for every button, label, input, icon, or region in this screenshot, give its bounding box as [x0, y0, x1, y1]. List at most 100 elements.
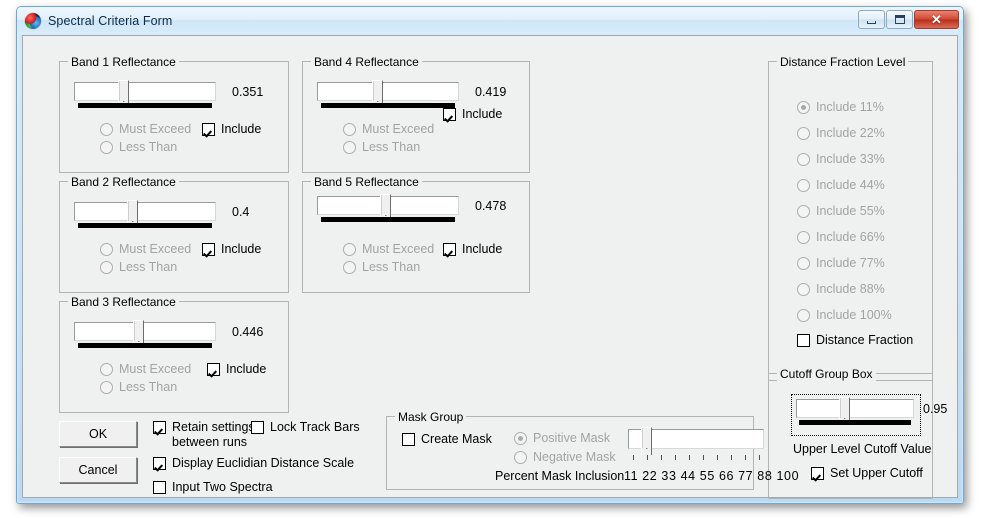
checkbox-icon	[153, 421, 166, 434]
negative-mask-label: Negative Mask	[533, 450, 616, 464]
cutoff-caption: Upper Level Cutoff Value	[793, 442, 932, 456]
set-upper-cutoff-checkbox[interactable]: Set Upper Cutoff	[811, 466, 923, 481]
radio-circle-icon	[797, 230, 810, 244]
band-5-less-than-radio[interactable]: Less Than	[343, 260, 420, 274]
radio-include-22[interactable]: Include 22%	[797, 126, 885, 140]
checkbox-icon	[443, 243, 456, 256]
band-4-less-than-label: Less Than	[362, 140, 421, 154]
band-2-must-exceed-radio[interactable]: Must Exceed	[100, 242, 191, 256]
radio-include-88[interactable]: Include 88%	[797, 282, 885, 296]
radio-circle-icon	[100, 380, 113, 394]
radio-circle-icon	[797, 126, 810, 140]
band-2-track[interactable]	[74, 202, 216, 221]
band-1-must-exceed-label: Must Exceed	[119, 122, 192, 136]
ok-button[interactable]: OK	[59, 421, 137, 447]
radio-circle-icon	[797, 308, 810, 322]
maximize-button[interactable]	[886, 10, 913, 29]
radio-circle-icon	[343, 260, 356, 274]
band-1-less-than-label: Less Than	[119, 140, 178, 154]
band-5-thumb[interactable]	[380, 194, 391, 222]
close-button[interactable]: ✕	[914, 10, 959, 29]
band-4-scale-bar	[321, 103, 455, 108]
radio-circle-icon	[797, 178, 810, 192]
cancel-button[interactable]: Cancel	[59, 457, 137, 483]
band-4-thumb[interactable]	[372, 80, 383, 108]
band-4-less-than-radio[interactable]: Less Than	[343, 140, 420, 154]
band-1-must-exceed-radio[interactable]: Must Exceed	[100, 122, 191, 136]
radio-include-100[interactable]: Include 100%	[797, 308, 892, 322]
checkbox-icon	[443, 108, 456, 121]
band-4-include-checkbox[interactable]: Include	[443, 107, 502, 122]
checkbox-icon	[202, 123, 215, 136]
band-2-scale-bar	[78, 223, 212, 228]
window-title: Spectral Criteria Form	[48, 13, 173, 28]
band-5-must-exceed-radio[interactable]: Must Exceed	[343, 242, 434, 256]
band-3-include-label: Include	[226, 362, 267, 376]
checkbox-icon	[251, 421, 264, 434]
band-3-scale-bar	[78, 343, 212, 348]
display-euclidian-checkbox[interactable]: Display Euclidian Distance Scale	[153, 456, 354, 471]
group-band-4-legend: Band 4 Reflectance	[311, 55, 422, 69]
checkbox-icon	[402, 433, 415, 446]
band-1-scale-bar	[78, 103, 212, 108]
lock-track-bars-checkbox[interactable]: Lock Track Bars	[251, 420, 360, 435]
radio-include-55[interactable]: Include 55%	[797, 204, 885, 218]
band-2-include-checkbox[interactable]: Include	[202, 242, 261, 257]
group-band-3: Band 3 Reflectance 0.446 Must Exceed Les…	[59, 295, 289, 413]
retain-settings-checkbox[interactable]: Retain settings between runs	[153, 420, 263, 450]
cutoff-thumb[interactable]	[839, 397, 850, 425]
band-3-include-checkbox[interactable]: Include	[207, 362, 266, 377]
group-mask-legend: Mask Group	[395, 410, 467, 424]
radio-circle-icon	[100, 362, 113, 376]
group-band-1: Band 1 Reflectance 0.351 Must Exceed Les…	[59, 55, 289, 173]
create-mask-checkbox[interactable]: Create Mask	[402, 432, 492, 447]
band-2-thumb[interactable]	[127, 200, 138, 228]
negative-mask-radio[interactable]: Negative Mask	[514, 450, 616, 464]
group-band-4: Band 4 Reflectance 0.419 Must Exceed Les…	[302, 55, 530, 173]
band-1-less-than-radio[interactable]: Less Than	[100, 140, 177, 154]
group-band-2: Band 2 Reflectance 0.4 Must Exceed Less …	[59, 175, 289, 293]
minimize-button[interactable]	[858, 10, 885, 29]
title-bar[interactable]: Spectral Criteria Form ✕	[17, 7, 963, 34]
band-3-track[interactable]	[74, 322, 216, 341]
band-1-thumb[interactable]	[118, 80, 129, 108]
distance-fraction-checkbox[interactable]: Distance Fraction	[797, 333, 913, 348]
band-3-value: 0.446	[232, 325, 264, 339]
radio-include-22-label: Include 22%	[816, 126, 885, 140]
lock-track-bars-label: Lock Track Bars	[270, 420, 360, 434]
band-5-include-checkbox[interactable]: Include	[443, 242, 502, 257]
band-1-track[interactable]	[74, 82, 216, 101]
input-two-spectra-checkbox[interactable]: Input Two Spectra	[153, 480, 273, 495]
radio-include-77-label: Include 77%	[816, 256, 885, 270]
band-2-value: 0.4	[232, 205, 250, 219]
band-2-less-than-radio[interactable]: Less Than	[100, 260, 177, 274]
cutoff-scale-bar	[799, 420, 911, 425]
checkbox-icon	[153, 457, 166, 470]
positive-mask-label: Positive Mask	[533, 431, 611, 445]
band-4-must-exceed-radio[interactable]: Must Exceed	[343, 122, 434, 136]
band-4-track[interactable]	[317, 82, 459, 101]
radio-include-66[interactable]: Include 66%	[797, 230, 885, 244]
cutoff-track[interactable]	[796, 399, 914, 418]
radio-include-33[interactable]: Include 33%	[797, 152, 885, 166]
band-1-include-checkbox[interactable]: Include	[202, 122, 261, 137]
band-5-less-than-label: Less Than	[362, 260, 421, 274]
radio-include-44[interactable]: Include 44%	[797, 178, 885, 192]
checkbox-icon	[797, 334, 810, 347]
band-5-must-exceed-label: Must Exceed	[362, 242, 435, 256]
group-distance-fraction-legend: Distance Fraction Level	[777, 55, 909, 69]
positive-mask-radio[interactable]: Positive Mask	[514, 431, 610, 445]
radio-include-77[interactable]: Include 77%	[797, 256, 885, 270]
radio-include-11[interactable]: Include 11%	[797, 100, 884, 114]
band-3-less-than-radio[interactable]: Less Than	[100, 380, 177, 394]
group-mask: Mask Group Create Mask Positive Mask Neg…	[386, 410, 799, 490]
checkbox-icon	[202, 243, 215, 256]
mask-percent-thumb[interactable]	[641, 427, 652, 455]
radio-circle-icon	[343, 242, 356, 256]
display-euclidian-label: Display Euclidian Distance Scale	[172, 456, 355, 470]
band-3-thumb[interactable]	[133, 320, 144, 348]
radio-circle-icon	[514, 431, 527, 445]
radio-circle-icon	[797, 152, 810, 166]
band-3-must-exceed-radio[interactable]: Must Exceed	[100, 362, 191, 376]
radio-circle-icon	[100, 242, 113, 256]
